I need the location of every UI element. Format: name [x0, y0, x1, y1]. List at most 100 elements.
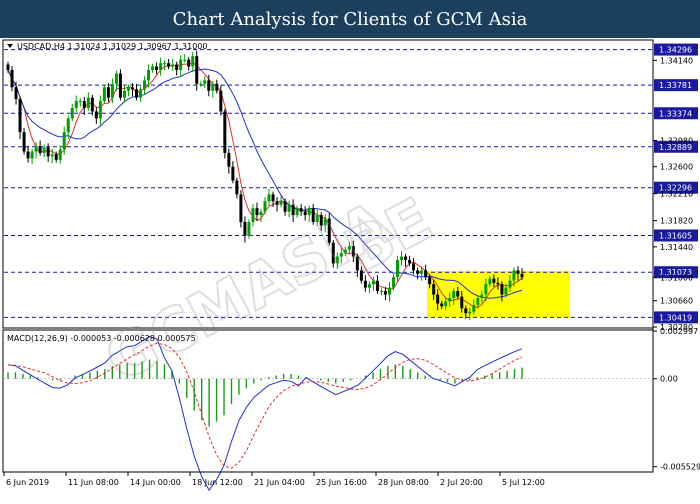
candle-body-38	[159, 63, 163, 71]
price-tick-label-1: 1.32980	[660, 136, 693, 145]
candle-body-36	[151, 66, 155, 71]
candle-body-10	[46, 147, 50, 157]
price-tick-label-3: 1.32210	[660, 190, 693, 199]
price-tick-label-2: 1.32600	[660, 163, 693, 172]
candle-body-116	[472, 304, 476, 312]
candle-body-28	[118, 73, 122, 98]
candle-body-128	[520, 273, 524, 278]
macd-tick-label-1: 0.00	[660, 375, 678, 384]
candle-body-104	[424, 270, 428, 278]
page-title: Chart Analysis for Clients of GCM Asia	[172, 8, 528, 30]
candle-body-62	[255, 208, 259, 216]
candle-body-2	[14, 87, 18, 100]
candle-body-73	[299, 208, 303, 212]
candle-body-54	[223, 111, 227, 153]
candle-body-110	[448, 297, 452, 302]
candle-body-53	[219, 90, 223, 112]
candle-body-52	[215, 83, 219, 91]
candle-body-43	[179, 59, 183, 71]
candle-body-4	[22, 132, 26, 152]
candle-body-123	[500, 284, 504, 295]
candle-body-102	[416, 270, 420, 274]
candle-body-107	[436, 294, 440, 304]
candle-body-49	[203, 80, 207, 84]
candle-body-118	[480, 294, 484, 298]
candle-body-68	[279, 201, 283, 205]
candle-body-45	[187, 59, 191, 67]
candle-body-40	[167, 63, 171, 67]
candle-body-37	[155, 66, 159, 71]
candle-body-64	[263, 201, 267, 212]
level-label-5: 1.31605	[659, 231, 692, 240]
candle-body-71	[291, 204, 295, 216]
candle-body-124	[504, 287, 508, 295]
time-tick-label-5: 25 Jun 16:00	[316, 478, 367, 487]
candle-body-30	[126, 87, 130, 91]
candle-body-29	[122, 90, 126, 98]
candle-body-27	[114, 73, 118, 84]
chart-svg[interactable]: 1.342961.337811.333741.328891.322961.316…	[0, 38, 700, 500]
candle-body-120	[488, 278, 492, 285]
candle-body-34	[143, 80, 147, 90]
time-tick-label-8: 5 Jul 12:00	[502, 478, 545, 487]
time-tick-label-3: 18 Jun 12:00	[192, 478, 243, 487]
candle-body-108	[440, 303, 444, 307]
candle-body-72	[295, 208, 299, 216]
candle-body-22	[94, 111, 98, 119]
candle-body-8	[38, 146, 42, 153]
candle-body-117	[476, 297, 480, 305]
candle-body-63	[259, 211, 263, 216]
candle-body-46	[191, 56, 195, 67]
candle-body-115	[468, 311, 472, 314]
price-axis-ticks: 1.34140 1.32980 1.32600 1.32210 1.31820 1.314…	[653, 56, 693, 332]
candle-body-94	[383, 291, 387, 295]
candle-body-33	[139, 89, 143, 98]
candle-body-66	[271, 194, 275, 202]
candle-body-74	[303, 211, 307, 216]
candle-body-59	[243, 221, 247, 236]
highlight-zone	[427, 271, 570, 318]
time-tick-label-7: 2 Jul 20:00	[440, 478, 483, 487]
candle-body-127	[516, 270, 520, 274]
level-label-2: 1.33374	[659, 109, 692, 118]
candle-body-125	[508, 280, 512, 288]
candle-body-51	[211, 83, 215, 91]
candle-body-23	[98, 101, 102, 119]
level-label-7: 1.30419	[659, 313, 692, 322]
time-axis: 6 Jun 2019 11 Jun 08:00 14 Jun 00:00 18 Jun…	[3, 471, 652, 487]
candle-body-93	[379, 291, 383, 293]
candle-body-95	[387, 287, 391, 295]
candle-body-1	[10, 70, 14, 88]
macd-tick-label-0: 0.002997	[660, 327, 698, 336]
time-tick-label-6: 28 Jun 08:00	[378, 478, 429, 487]
candle-body-32	[135, 89, 138, 98]
candle-body-119	[484, 284, 488, 295]
macd-tick-label-2: -0.005529	[660, 463, 700, 472]
candle-body-24	[102, 87, 106, 102]
candle-body-106	[432, 284, 436, 295]
candle-body-111	[452, 291, 456, 298]
candle-body-58	[239, 194, 243, 222]
candle-body-5	[26, 151, 30, 159]
candle-body-11	[50, 154, 54, 157]
symbol-info-label: USDCAD,H4 1.31024 1.31029 1.30967 1.3100…	[17, 42, 207, 51]
candle-body-15	[66, 118, 70, 133]
candle-body-65	[267, 194, 271, 202]
candle-body-122	[496, 282, 500, 285]
candle-body-3	[18, 99, 22, 133]
candle-body-47	[195, 56, 199, 84]
candle-body-39	[163, 63, 167, 65]
candle-body-9	[42, 147, 46, 153]
candle-body-12	[54, 154, 58, 160]
chart-container: 1.34296 1.33781 1.33374 1.32889 1.32296 1.316…	[0, 38, 700, 500]
candle-body-6	[30, 151, 34, 159]
time-tick-label-4: 21 Jun 04:00	[254, 478, 305, 487]
page-header: Chart Analysis for Clients of GCM Asia	[0, 0, 700, 38]
candle-body-109	[444, 301, 448, 307]
candle-body-69	[283, 201, 287, 212]
time-tick-label-1: 11 Jun 08:00	[68, 478, 119, 487]
candle-body-67	[275, 201, 279, 205]
level-label-1: 1.33781	[659, 81, 692, 90]
price-tick-label-4: 1.31820	[660, 217, 693, 226]
candle-body-44	[183, 59, 187, 61]
